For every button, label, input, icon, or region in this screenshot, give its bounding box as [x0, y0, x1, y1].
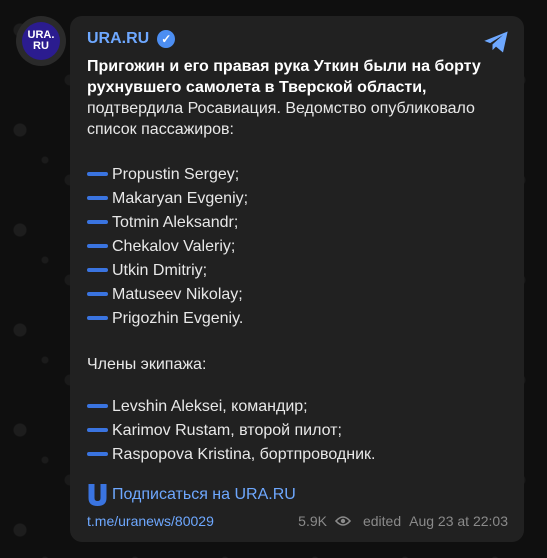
list-item: Chekalov Valeriy; — [87, 234, 507, 258]
post-link[interactable]: t.me/uranews/80029 — [87, 513, 214, 529]
dash-emoji-icon — [87, 244, 108, 248]
message-headline: Пригожин и его правая рука Уткин были на… — [87, 58, 481, 96]
message-intro: Пригожин и его правая рука Уткин были на… — [87, 56, 507, 140]
subscribe-link[interactable]: Подписаться на URA.RU — [112, 486, 296, 504]
ura-logo-icon — [88, 484, 107, 506]
passenger-name: Chekalov Valeriy; — [112, 237, 236, 255]
message-datetime: Aug 23 at 22:03 — [409, 513, 508, 529]
dash-emoji-icon — [87, 268, 108, 272]
telegram-share-icon[interactable] — [482, 28, 510, 56]
passenger-name: Prigozhin Evgeniy. — [112, 309, 244, 327]
eye-icon — [334, 516, 351, 526]
list-item: Propustin Sergey; — [87, 162, 507, 186]
avatar-logo: URA. RU — [22, 22, 60, 60]
avatar-text-line2: RU — [33, 40, 49, 52]
dash-emoji-icon — [87, 452, 108, 456]
crew-list: Levshin Aleksei, командир; Karimov Rusta… — [87, 394, 507, 466]
list-item: Raspopova Kristina, бортпроводник. — [87, 442, 507, 466]
message-bubble: URA.RU ✓ Пригожин и его правая рука Утки… — [70, 16, 524, 542]
crew-label: Члены экипажа: — [87, 355, 207, 373]
dash-emoji-icon — [87, 316, 108, 320]
list-item: Matuseev Nikolay; — [87, 282, 507, 306]
list-item: Makaryan Evgeniy; — [87, 186, 507, 210]
list-item: Utkin Dmitriy; — [87, 258, 507, 282]
message-meta: 5.9K edited Aug 23 at 22:03 — [298, 513, 508, 529]
dash-emoji-icon — [87, 196, 108, 200]
dash-emoji-icon — [87, 428, 108, 432]
crew-member: Levshin Aleksei, командир; — [112, 397, 308, 415]
crew-member: Raspopova Kristina, бортпроводник. — [112, 445, 376, 463]
passenger-name: Makaryan Evgeniy; — [112, 189, 249, 207]
subscribe-promo: Подписаться на URA.RU — [87, 483, 296, 507]
channel-name[interactable]: URA.RU — [87, 30, 149, 48]
dash-emoji-icon — [87, 404, 108, 408]
passenger-name: Utkin Dmitriy; — [112, 261, 208, 279]
list-item: Levshin Aleksei, командир; — [87, 394, 507, 418]
list-item: Totmin Aleksandr; — [87, 210, 507, 234]
passenger-list: Propustin Sergey; Makaryan Evgeniy; Totm… — [87, 162, 507, 330]
passenger-name: Matuseev Nikolay; — [112, 285, 243, 303]
edited-label: edited — [362, 513, 402, 529]
message-text: Пригожин и его правая рука Уткин были на… — [87, 56, 507, 466]
crew-member: Karimov Rustam, второй пилот; — [112, 421, 342, 439]
message-footer: t.me/uranews/80029 5.9K edited Aug 23 at… — [87, 513, 508, 529]
list-item: Prigozhin Evgeniy. — [87, 306, 507, 330]
verified-icon: ✓ — [157, 30, 176, 48]
passenger-name: Propustin Sergey; — [112, 165, 240, 183]
view-count: 5.9K — [298, 513, 327, 529]
list-item: Karimov Rustam, второй пилот; — [87, 418, 507, 442]
message-body: подтвердила Росавиация. Ведомство опубли… — [87, 100, 475, 138]
dash-emoji-icon — [87, 292, 108, 296]
passenger-name: Totmin Aleksandr; — [112, 213, 239, 231]
dash-emoji-icon — [87, 172, 108, 176]
channel-avatar[interactable]: URA. RU — [16, 16, 66, 66]
dash-emoji-icon — [87, 220, 108, 224]
channel-header: URA.RU ✓ — [87, 30, 176, 48]
